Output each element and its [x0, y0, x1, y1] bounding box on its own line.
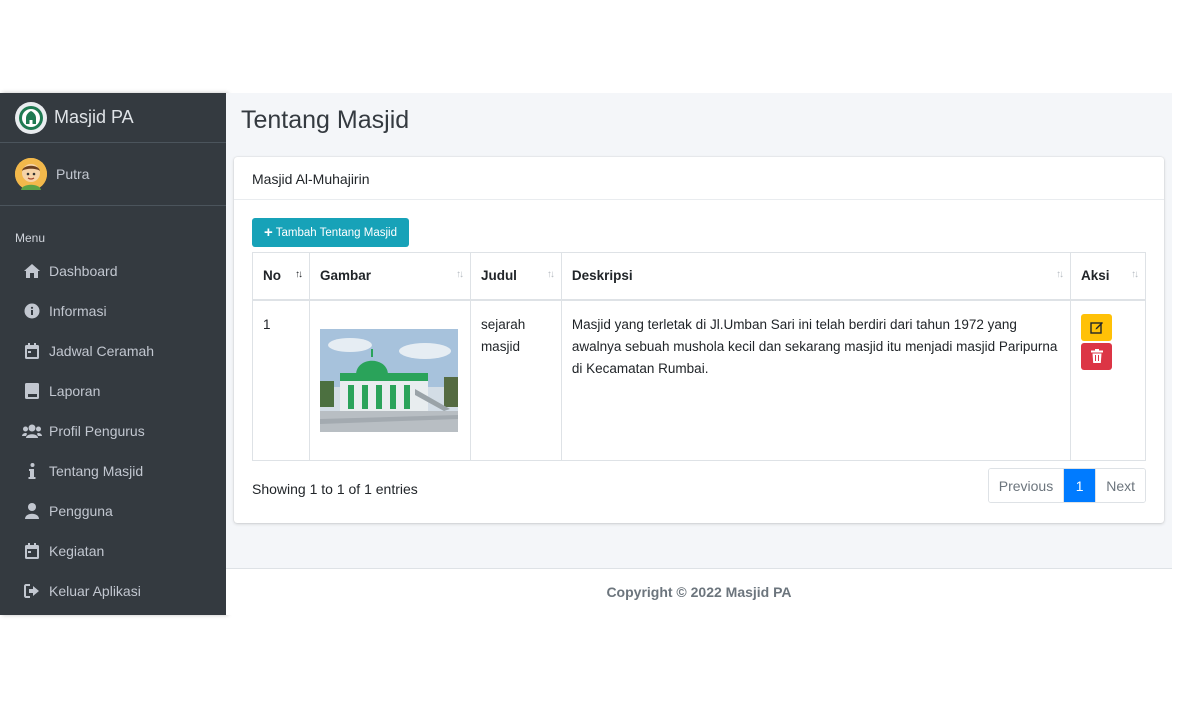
sidebar-item-label: Dashboard: [49, 263, 118, 279]
trash-icon: [1090, 349, 1103, 363]
sort-asc-icon: ↑↓: [294, 269, 303, 280]
sort-icon: ↑↓: [1056, 269, 1064, 280]
table-info: Showing 1 to 1 of 1 entries: [252, 481, 418, 497]
info-icon: [22, 462, 42, 480]
column-header-gambar[interactable]: Gambar ↑↓: [308, 252, 471, 301]
sidebar-item-laporan[interactable]: Laporan: [0, 371, 226, 411]
add-about-button-label: Tambah Tentang Masjid: [275, 226, 397, 239]
users-icon: [22, 422, 42, 440]
sign-out-icon: [22, 582, 42, 600]
sidebar-item-informasi[interactable]: Informasi: [0, 291, 226, 331]
column-label: Aksi: [1081, 268, 1110, 284]
edit-button[interactable]: [1081, 313, 1112, 341]
sort-icon: ↑↓: [455, 269, 464, 280]
content-card: Masjid Al-Muhajirin + Tambah Tentang Mas…: [234, 157, 1164, 523]
about-table: No ↑↓ Gambar ↑↓ Judul ↑↓ Deskripsi ↑↓ Ak…: [252, 252, 1146, 461]
column-header-deskripsi[interactable]: Deskripsi ↑↓: [560, 252, 1072, 301]
cell-gambar: [308, 299, 471, 461]
sort-icon: ↑↓: [1131, 269, 1139, 280]
user-name: Putra: [56, 166, 90, 182]
sidebar-item-kegiatan[interactable]: Kegiatan: [0, 531, 226, 571]
previous-page-button[interactable]: Previous: [988, 469, 1065, 502]
calendar-icon: [22, 542, 42, 560]
pagination: Previous 1 Next: [987, 468, 1146, 503]
column-label: Deskripsi: [571, 268, 633, 284]
sidebar-item-label: Jadwal Ceramah: [49, 343, 155, 359]
sidebar-item-tentang-masjid[interactable]: Tentang Masjid: [0, 451, 226, 491]
cell-judul: sejarah masjid: [469, 299, 562, 461]
user-avatar-icon: [15, 158, 47, 190]
edit-icon: [1089, 322, 1103, 334]
page-button-1[interactable]: 1: [1064, 469, 1096, 502]
sidebar-item-label: Pengguna: [49, 503, 113, 519]
sidebar-item-profil-pengurus[interactable]: Profil Pengurus: [0, 411, 226, 451]
calendar-icon: [22, 342, 42, 360]
user-icon: [22, 502, 42, 520]
sidebar-item-label: Informasi: [49, 303, 107, 319]
sidebar-item-label: Kegiatan: [49, 543, 105, 559]
sidebar-item-keluar-aplikasi[interactable]: Keluar Aplikasi: [0, 571, 226, 611]
next-page-button[interactable]: Next: [1095, 469, 1145, 502]
menu-header: Menu: [15, 231, 46, 245]
footer: Copyright © 2022 Masjid PA: [226, 568, 1172, 615]
sidebar-item-label: Laporan: [49, 383, 101, 399]
add-about-button[interactable]: + Tambah Tentang Masjid: [252, 218, 409, 247]
user-panel[interactable]: Putra: [0, 143, 226, 206]
info-circle-icon: [22, 302, 42, 320]
sidebar-item-label: Profil Pengurus: [49, 423, 145, 439]
mosque-logo-icon: [15, 101, 47, 134]
cell-deskripsi: Masjid yang terletak di Jl.Umban Sari in…: [560, 299, 1072, 461]
sidebar-item-pengguna[interactable]: Pengguna: [0, 491, 226, 531]
card-title: Masjid Al-Muhajirin: [234, 157, 1164, 200]
sort-icon: ↑↓: [546, 269, 555, 280]
sidebar-item-dashboard[interactable]: Dashboard: [0, 251, 226, 291]
column-header-no[interactable]: No ↑↓: [252, 252, 310, 301]
plus-icon: +: [263, 224, 273, 241]
brand-link[interactable]: Masjid PA: [0, 93, 226, 143]
sidebar-item-jadwal-ceramah[interactable]: Jadwal Ceramah: [0, 331, 226, 371]
app-window: Masjid PA Putra Menu Dashboard Informasi…: [0, 93, 1172, 615]
delete-button[interactable]: [1081, 342, 1112, 370]
column-label: Judul: [480, 268, 517, 284]
column-label: Gambar: [319, 268, 371, 284]
brand-name: Masjid PA: [54, 107, 134, 127]
cell-aksi: [1070, 299, 1146, 461]
page-title: Tentang Masjid: [241, 106, 410, 134]
cell-no: 1: [252, 299, 310, 461]
mosque-photo: [319, 328, 458, 432]
column-header-judul[interactable]: Judul ↑↓: [469, 252, 562, 301]
table-header-row: No ↑↓ Gambar ↑↓ Judul ↑↓ Deskripsi ↑↓ Ak…: [252, 252, 1146, 301]
table-row: 1 sejarah masjid Masjid yang terletak di…: [252, 299, 1146, 461]
book-icon: [22, 382, 42, 400]
column-label: No: [263, 268, 281, 284]
content-wrapper: Tentang Masjid Masjid Al-Muhajirin + Tam…: [226, 93, 1172, 568]
home-icon: [22, 262, 42, 280]
sidebar: Masjid PA Putra Menu Dashboard Informasi…: [0, 93, 226, 615]
column-header-aksi[interactable]: Aksi ↑↓: [1070, 252, 1146, 301]
sidebar-item-label: Keluar Aplikasi: [49, 583, 141, 599]
sidebar-item-label: Tentang Masjid: [49, 463, 144, 479]
